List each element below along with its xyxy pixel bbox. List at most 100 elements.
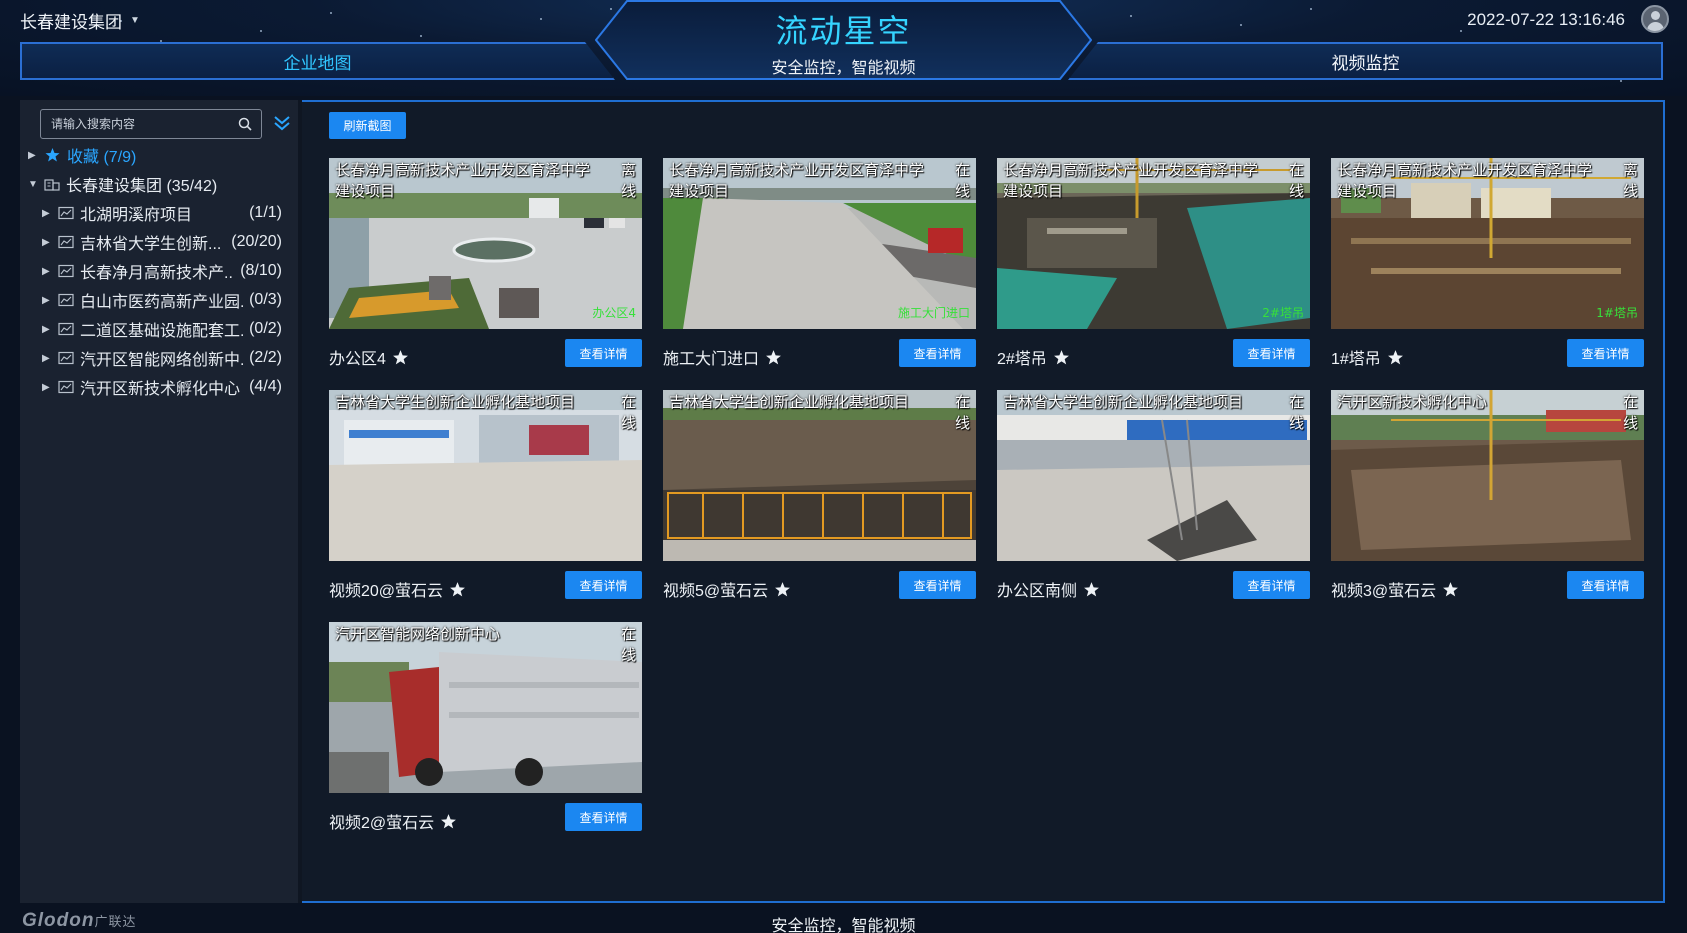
- project-icon: [58, 293, 74, 307]
- tree-project-item[interactable]: ▶ 汽开区智能网络创新中... (2/2): [42, 345, 282, 371]
- nav-video-monitor[interactable]: 视频监控: [1068, 42, 1663, 80]
- building-icon: [44, 179, 60, 191]
- tree-group-count: (35/42): [166, 178, 218, 195]
- camera-name: 施工大门进口: [663, 351, 760, 368]
- tree-project-item[interactable]: ▶ 汽开区新技术孵化中心 (4/4): [42, 374, 282, 400]
- camera-thumbnail[interactable]: 长春净月高新技术产业开发区育泽中学建设项目 在线 2#塔吊: [997, 158, 1310, 329]
- view-details-button[interactable]: 查看详情: [1567, 339, 1644, 367]
- favorite-star-icon[interactable]: [774, 581, 791, 598]
- camera-thumbnail[interactable]: 长春净月高新技术产业开发区育泽中学建设项目 离线 1#塔吊: [1331, 158, 1644, 329]
- tree-project-item[interactable]: ▶ 二道区基础设施配套工... (0/2): [42, 316, 282, 342]
- camera-name-row: 办公区4: [329, 345, 409, 369]
- favorite-star-icon[interactable]: [392, 349, 409, 366]
- camera-status: 在线: [1288, 394, 1304, 432]
- camera-thumbnail[interactable]: 汽开区新技术孵化中心 在线: [1331, 390, 1644, 561]
- tree-project-count: (8/10): [240, 262, 282, 279]
- caret-down-icon: ▼: [28, 178, 38, 190]
- camera-project-name: 汽开区智能网络创新中心: [335, 626, 501, 643]
- camera-status: 离线: [620, 162, 636, 200]
- favorite-star-icon[interactable]: [1053, 349, 1070, 366]
- camera-name-row: 办公区南侧: [997, 577, 1100, 601]
- camera-thumbnail[interactable]: 吉林省大学生创新企业孵化基地项目 在线: [663, 390, 976, 561]
- caret-right-icon: ▶: [42, 236, 50, 248]
- user-avatar[interactable]: [1641, 5, 1669, 33]
- view-details-button[interactable]: 查看详情: [1233, 571, 1310, 599]
- camera-thumbnail[interactable]: 汽开区智能网络创新中心 在线: [329, 622, 642, 793]
- camera-card: 吉林省大学生创新企业孵化基地项目 在线 视频5@萤石云 查看详情: [663, 390, 976, 605]
- tree-project-item[interactable]: ▶ 北湖明溪府项目 (1/1): [42, 200, 282, 226]
- camera-thumbnail[interactable]: 长春净月高新技术产业开发区育泽中学建设项目 离线 办公区4: [329, 158, 642, 329]
- company-name: 长春建设集团: [20, 13, 122, 32]
- tree-favorites[interactable]: ▶ 收藏 (7/9): [28, 142, 278, 168]
- favorite-star-icon[interactable]: [449, 581, 466, 598]
- camera-project-name: 吉林省大学生创新企业孵化基地项目: [669, 394, 910, 411]
- tree-group-label: 长春建设集团 (35/42): [66, 178, 218, 195]
- camera-project-name: 吉林省大学生创新企业孵化基地项目: [335, 394, 576, 411]
- view-details-button[interactable]: 查看详情: [899, 571, 976, 599]
- camera-name: 视频2@萤石云: [329, 815, 435, 832]
- page-title: 流动星空: [775, 13, 912, 49]
- view-details-button[interactable]: 查看详情: [565, 571, 642, 599]
- collapse-all-icon[interactable]: [271, 112, 293, 134]
- favorite-star-icon[interactable]: [1442, 581, 1459, 598]
- camera-thumbnail[interactable]: 吉林省大学生创新企业孵化基地项目 在线: [329, 390, 642, 561]
- caret-down-icon: ▼: [130, 15, 140, 26]
- search-box[interactable]: [40, 109, 262, 139]
- view-details-button[interactable]: 查看详情: [565, 339, 642, 367]
- star-icon: [45, 148, 60, 162]
- camera-snapshot-image: [1331, 390, 1644, 561]
- camera-name-row: 1#塔吊: [1331, 345, 1404, 369]
- tree-project-count: (0/3): [249, 291, 282, 308]
- tree-project-item[interactable]: ▶ 长春净月高新技术产... (8/10): [42, 258, 282, 284]
- view-details-button[interactable]: 查看详情: [1567, 571, 1644, 599]
- tree-group[interactable]: ▼ 长春建设集团 (35/42): [28, 171, 278, 197]
- tree-project-count: (1/1): [249, 204, 282, 221]
- nav-enterprise-map[interactable]: 企业地图: [20, 42, 615, 80]
- camera-card: 吉林省大学生创新企业孵化基地项目 在线办公区南侧 查看详情: [997, 390, 1310, 605]
- tree-favorites-label: 收藏 (7/9): [67, 149, 137, 166]
- caret-right-icon: ▶: [42, 352, 50, 364]
- tree-project-item[interactable]: ▶ 吉林省大学生创新... (20/20): [42, 229, 282, 255]
- tree-project-label: 汽开区新技术孵化中心: [80, 381, 241, 398]
- camera-snapshot-image: [997, 390, 1310, 561]
- camera-card: 汽开区智能网络创新中心 在线视频2@萤石云 查看详情: [329, 622, 642, 837]
- caret-right-icon: ▶: [42, 294, 50, 306]
- page-subtitle: 安全监控，智能视频: [771, 60, 916, 77]
- camera-status: 在线: [620, 626, 636, 664]
- favorite-star-icon[interactable]: [1083, 581, 1100, 598]
- camera-osd-label: 1#塔吊: [1596, 306, 1638, 320]
- camera-name: 视频20@萤石云: [329, 583, 444, 600]
- tree-project-label: 白山市医药高新产业园...: [80, 294, 244, 311]
- search-icon[interactable]: [237, 116, 253, 132]
- search-input[interactable]: [51, 115, 231, 133]
- camera-status: 在线: [1622, 394, 1638, 432]
- nav-enterprise-map-label: 企业地图: [283, 53, 352, 73]
- refresh-screenshots-button[interactable]: 刷新截图: [329, 112, 406, 139]
- favorite-star-icon[interactable]: [440, 813, 457, 830]
- view-details-button[interactable]: 查看详情: [899, 339, 976, 367]
- camera-thumbnail[interactable]: 长春净月高新技术产业开发区育泽中学建设项目 在线施工大门进口: [663, 158, 976, 329]
- nav-video-monitor-label: 视频监控: [1331, 53, 1400, 73]
- view-details-button[interactable]: 查看详情: [1233, 339, 1310, 367]
- camera-osd-label: 施工大门进口: [897, 306, 970, 320]
- view-details-button[interactable]: 查看详情: [565, 803, 642, 831]
- camera-project-name: 长春净月高新技术产业开发区育泽中学建设项目: [669, 162, 925, 200]
- camera-status: 在线: [954, 162, 970, 200]
- camera-thumbnail[interactable]: 吉林省大学生创新企业孵化基地项目 在线: [997, 390, 1310, 561]
- favorite-star-icon[interactable]: [765, 349, 782, 366]
- company-selector[interactable]: 长春建设集团 ▼: [20, 8, 140, 33]
- footer-text: 安全监控，智能视频: [771, 918, 916, 933]
- camera-project-name: 长春净月高新技术产业开发区育泽中学建设项目: [1003, 162, 1259, 200]
- camera-card: 长春净月高新技术产业开发区育泽中学建设项目 离线 1#塔吊 1#塔吊 查看详情: [1331, 158, 1644, 373]
- camera-card: 长春净月高新技术产业开发区育泽中学建设项目 在线 施工大门进口 施工大门进口 查看详情: [663, 158, 976, 373]
- caret-right-icon: ▶: [42, 381, 50, 393]
- camera-name-row: 视频3@萤石云: [1331, 577, 1459, 601]
- camera-project-name: 长春净月高新技术产业开发区育泽中学建设项目: [335, 162, 591, 200]
- tree-project-count: (0/2): [249, 320, 282, 337]
- tree-project-count: (20/20): [231, 233, 282, 250]
- tree-project-item[interactable]: ▶ 白山市医药高新产业园... (0/3): [42, 287, 282, 313]
- caret-right-icon: ▶: [42, 265, 50, 277]
- tree-favorites-count: (7/9): [103, 149, 137, 166]
- favorite-star-icon[interactable]: [1387, 349, 1404, 366]
- caret-right-icon: ▶: [42, 207, 50, 219]
